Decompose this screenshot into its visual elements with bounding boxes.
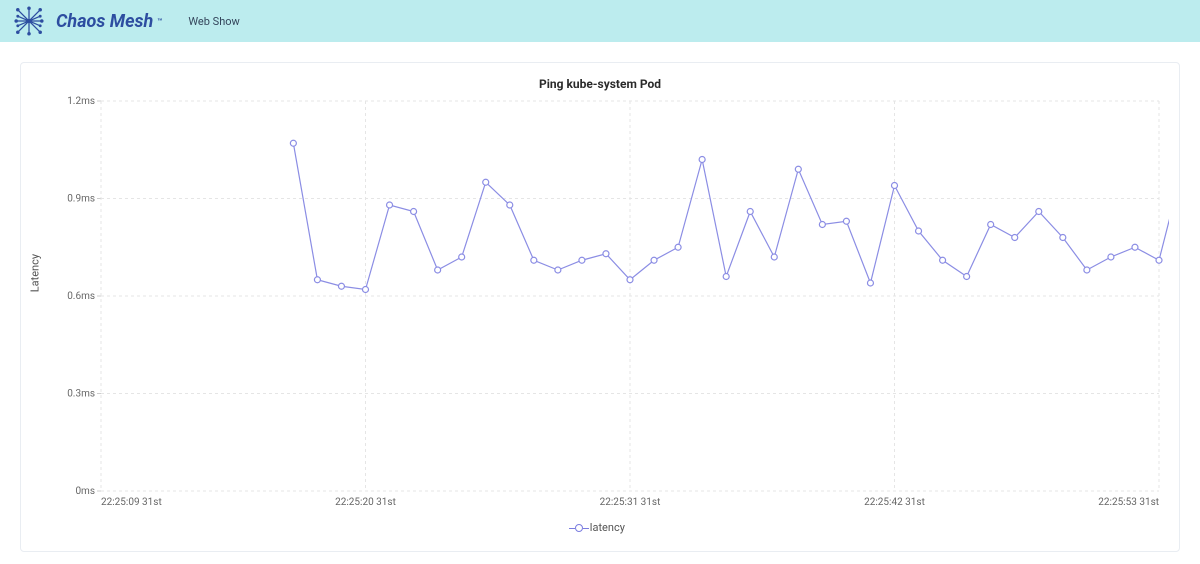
y-tick-label: 1.2ms [67, 96, 95, 107]
chart-title: Ping kube-system Pod [31, 77, 1169, 91]
legend-label: latency [590, 521, 625, 534]
x-tick-label: 22:25:09 31st [101, 497, 162, 508]
chart-svg: 0ms 0.3ms 0.6ms 0.9ms 1.2ms 22:25:09 31st 22:2… [31, 95, 1169, 515]
x-tick-label: 22:25:42 31st [864, 497, 925, 508]
x-tick-label: 22:25:53 31st [1098, 497, 1159, 508]
chart-plot-area[interactable]: Latency 0ms 0.3ms 0.6ms 0.9ms 1.2ms 22:25:09 … [31, 95, 1169, 515]
y-tick-label: 0ms [75, 486, 95, 497]
y-tick-label: 0.6ms [67, 291, 95, 302]
brand-trademark: ™ [157, 17, 162, 26]
y-axis-label: Latency [29, 254, 42, 292]
logo-icon [12, 4, 46, 38]
main-content: Ping kube-system Pod Latency 0ms 0.3ms 0.6… [0, 42, 1200, 562]
legend-marker-icon [575, 524, 583, 532]
y-tick-label: 0.9ms [67, 194, 95, 205]
chart-legend: latency [31, 521, 1169, 534]
brand-name: Chaos Mesh [56, 11, 153, 32]
app-header: Chaos Mesh ™ Web Show [0, 0, 1200, 42]
y-tick-label: 0.3ms [67, 389, 95, 400]
x-tick-label: 22:25:31 31st [600, 497, 661, 508]
x-tick-label: 22:25:20 31st [335, 497, 396, 508]
chart-card: Ping kube-system Pod Latency 0ms 0.3ms 0.6… [20, 62, 1180, 552]
page-subtitle: Web Show [188, 15, 239, 28]
